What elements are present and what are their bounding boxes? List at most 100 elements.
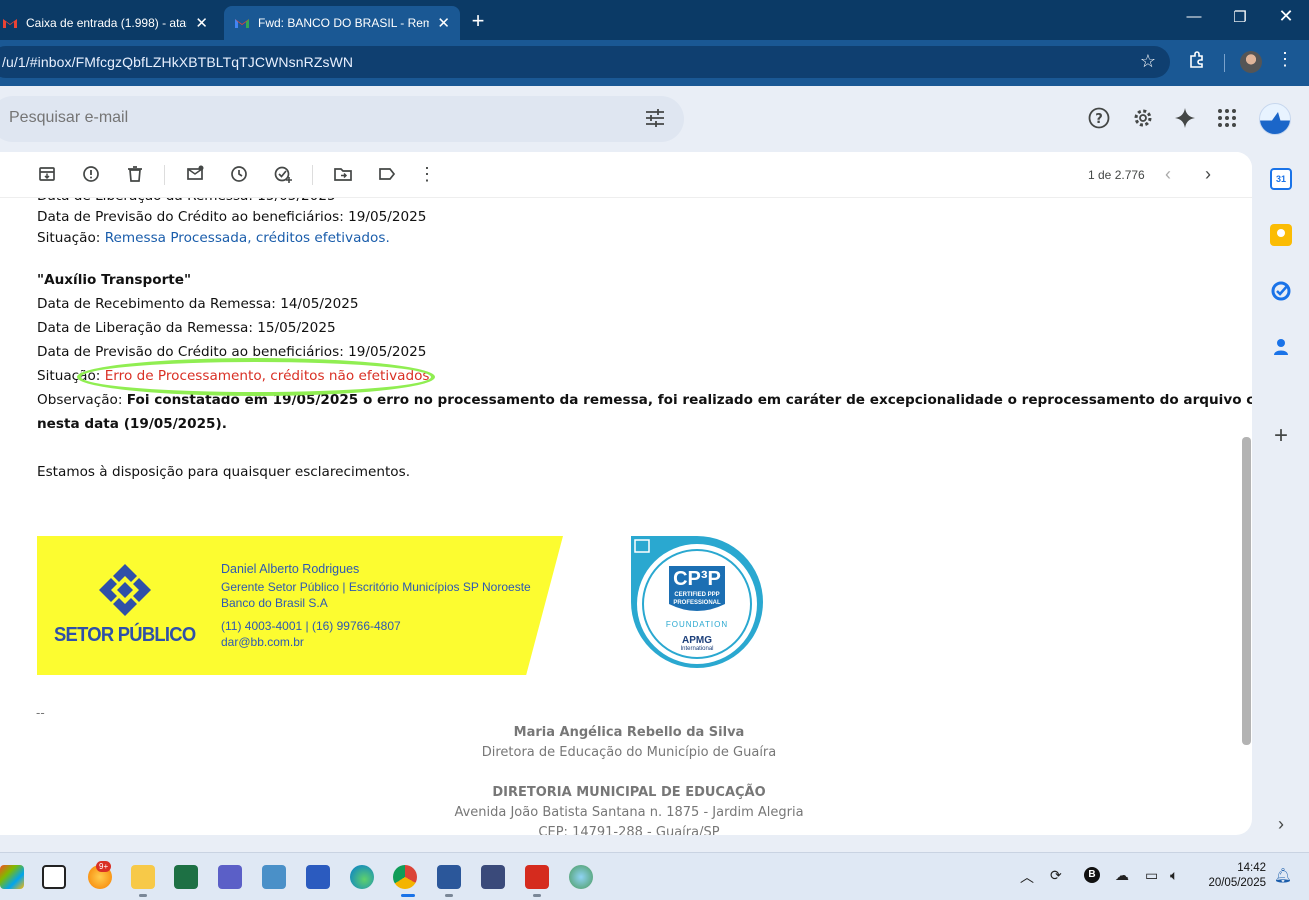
bb-company: Banco do Brasil S.A (221, 596, 328, 610)
section-title: "Auxílio Transporte" (37, 272, 192, 288)
menu-dots-icon[interactable]: ⋮ (1276, 49, 1294, 70)
snooze-clock-icon[interactable] (229, 164, 249, 184)
gmail-icon (2, 17, 18, 29)
badge-level: FOUNDATION (665, 620, 729, 629)
badge-sub2: PROFESSIONAL (673, 600, 721, 606)
chevron-right-icon[interactable]: › (1205, 164, 1211, 185)
new-tab-icon[interactable]: + (466, 8, 490, 34)
archive-icon[interactable] (37, 164, 57, 184)
more-vert-icon[interactable]: ⋮ (417, 164, 437, 184)
extensions-icon[interactable] (1188, 51, 1206, 74)
footer-name: Maria Angélica Rebello da Silva (513, 725, 745, 740)
status-line-ok: Situação: Remessa Processada, créditos e… (37, 230, 390, 246)
tab-inbox[interactable]: Caixa de entrada (1.998) - atam ✕ (0, 6, 218, 40)
account-avatar[interactable] (1259, 103, 1291, 135)
bb-contact-name: Daniel Alberto Rodrigues (221, 562, 360, 576)
app-icon[interactable] (306, 865, 330, 889)
setor-publico-logo-text: SETOR PÚBLICO (54, 624, 196, 646)
cloud-icon[interactable]: ☁ (1115, 867, 1129, 884)
move-to-folder-icon[interactable] (333, 164, 353, 184)
add-addon-icon[interactable]: + (1270, 424, 1292, 448)
contacts-icon[interactable] (1270, 336, 1292, 358)
windows-taskbar: 9+ ︿ ⟳ B ☁ ▭ 🔈︎ 14:42 20/05/2025 🔔︎ (0, 852, 1309, 900)
closing-line: Estamos à disposição para quaisquer escl… (37, 464, 411, 480)
badge-main-text: CP³P (673, 568, 721, 590)
keep-icon[interactable] (1270, 224, 1292, 246)
settings-gear-icon[interactable] (1131, 106, 1155, 130)
mark-unread-icon[interactable] (185, 164, 205, 184)
toolbar-divider (312, 165, 313, 185)
bb-phones: (11) 4003-4001 | (16) 99766-4807 (221, 619, 401, 633)
sync-icon[interactable]: ⟳ (1050, 867, 1062, 884)
show-hidden-icons-chevron-icon[interactable]: ︿ (1020, 867, 1034, 887)
gmail-icon (234, 17, 250, 29)
tray-app-b-icon[interactable]: B (1084, 867, 1100, 883)
svg-text:?: ? (1095, 112, 1103, 127)
scrollbar-thumb[interactable] (1242, 437, 1251, 745)
help-icon[interactable]: ? (1087, 106, 1111, 130)
footer-cep: CEP: 14791-288 - Guaíra/SP (538, 825, 720, 835)
copilot-app-icon[interactable] (0, 865, 24, 889)
address-bar[interactable]: /u/1/#inbox/FMfcgzQbfLZHkXBTBLTqTJCWNsnR… (0, 46, 1170, 78)
report-spam-icon[interactable] (81, 164, 101, 184)
clock-date: 20/05/2025 (1208, 877, 1266, 889)
running-indicator (445, 894, 453, 897)
notification-bell-icon[interactable]: 🔔︎ (1274, 867, 1292, 884)
notification-count-badge: 9+ (96, 861, 112, 872)
network-icon[interactable]: ▭ (1145, 867, 1158, 884)
tab-title: Caixa de entrada (1.998) - atam (26, 16, 188, 30)
volume-icon[interactable]: 🔈︎ (1170, 867, 1178, 884)
delete-trash-icon[interactable] (125, 164, 145, 184)
label-tag-icon[interactable] (377, 164, 397, 184)
remote-desktop-icon[interactable] (262, 865, 286, 889)
signature-separator: -- (36, 705, 45, 720)
credit-forecast-line: Data de Previsão do Crédito ao beneficiá… (37, 209, 427, 225)
browser-tab-strip: Caixa de entrada (1.998) - atam ✕ Fwd: B… (0, 0, 1309, 40)
footer-role: Diretora de Educação do Município de Gua… (481, 745, 777, 760)
close-window-icon[interactable]: ✕ (1266, 6, 1306, 27)
search-options-icon[interactable] (644, 107, 666, 129)
running-indicator (533, 894, 541, 897)
excel-icon[interactable] (174, 865, 198, 889)
close-icon[interactable]: ✕ (437, 14, 450, 32)
footer-dept: DIRETORIA MUNICIPAL DE EDUCAÇÃO (492, 785, 766, 800)
tab-email-fwd[interactable]: Fwd: BANCO DO BRASIL - Reme ✕ (224, 6, 460, 40)
tasks-icon[interactable] (1270, 280, 1292, 302)
highlight-oval (77, 358, 435, 396)
url-text: /u/1/#inbox/FMfcgzQbfLZHkXBTBLTqTJCWNsnR… (2, 54, 354, 70)
edge-browser-icon[interactable] (350, 865, 374, 889)
file-explorer-icon[interactable] (131, 865, 155, 889)
badge-brand: APMG (682, 635, 712, 646)
search-input[interactable] (9, 109, 569, 127)
bookmark-star-icon[interactable]: ☆ (1140, 51, 1156, 72)
expand-side-panel-icon[interactable]: › (1270, 813, 1292, 835)
add-task-icon[interactable] (273, 164, 293, 184)
restore-icon[interactable]: ❐ (1220, 8, 1260, 26)
app-icon[interactable] (569, 865, 593, 889)
observation-text-cont: nesta data (19/05/2025). (37, 416, 227, 432)
tab-title: Fwd: BANCO DO BRASIL - Reme (258, 16, 430, 30)
chrome-browser-icon[interactable] (393, 865, 417, 889)
teams-icon[interactable] (218, 865, 242, 889)
search-bar[interactable] (0, 96, 684, 142)
printer-app-icon[interactable] (481, 865, 505, 889)
clock-time: 14:42 (1237, 862, 1266, 874)
running-indicator (139, 894, 147, 897)
apps-grid-icon[interactable] (1215, 106, 1239, 130)
task-view-icon[interactable] (42, 865, 66, 889)
status-label: Situação: (37, 230, 105, 246)
calendar-icon[interactable]: 31 (1270, 168, 1292, 190)
word-icon[interactable] (437, 865, 461, 889)
chevron-left-icon[interactable]: ‹ (1165, 164, 1171, 185)
acrobat-icon[interactable] (525, 865, 549, 889)
minimize-icon[interactable]: — (1174, 8, 1214, 25)
toolbar-divider (1224, 54, 1225, 72)
active-indicator (401, 894, 415, 897)
close-icon[interactable]: ✕ (195, 14, 208, 32)
observation-label: Observação: (37, 392, 127, 408)
system-clock[interactable]: 14:42 20/05/2025 (1200, 861, 1266, 891)
gemini-sparkle-icon[interactable] (1173, 106, 1197, 130)
pagination-count: 1 de 2.776 (1088, 168, 1145, 182)
receive-date-line: Data de Recebimento da Remessa: 14/05/20… (37, 296, 359, 312)
profile-avatar[interactable] (1240, 51, 1262, 73)
